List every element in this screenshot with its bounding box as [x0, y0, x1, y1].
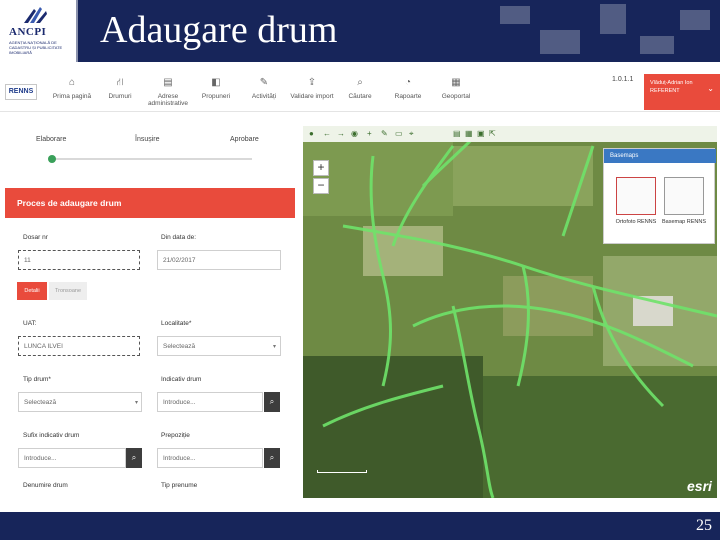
globe-icon[interactable]: ◉	[351, 129, 358, 138]
prepozitie-input[interactable]: Introduce...	[157, 448, 263, 468]
tab-detalii[interactable]: Detalii	[17, 282, 47, 300]
chevron-down-icon: ▾	[273, 344, 277, 350]
nav-item-geoportal[interactable]: ▦ Geoportal	[432, 78, 480, 110]
home-icon: ⌂	[68, 77, 76, 88]
dosar-field[interactable]: 11	[18, 250, 140, 270]
tip-drum-label: Tip drum*	[23, 376, 51, 383]
footer-band: 25	[0, 512, 720, 540]
tip-drum-select[interactable]: Selectează	[18, 392, 142, 412]
indicativ-input[interactable]: Introduce...	[157, 392, 263, 412]
search-icon: ⌕	[269, 397, 275, 406]
process-header: Proces de adaugare drum	[5, 188, 295, 218]
search-icon: ⌕	[131, 453, 137, 462]
nav-item-validare-import[interactable]: ⇪ Validare import	[288, 78, 336, 110]
basemap-renns-thumb[interactable]	[664, 177, 704, 215]
layers-icon[interactable]: ▤	[453, 129, 461, 138]
nav-item-rapoarte[interactable]: ◔ Rapoarte	[384, 78, 432, 110]
slide-title: Adaugare drum	[100, 9, 338, 51]
table-icon[interactable]: ▦	[465, 129, 473, 138]
nav-item-propuneri[interactable]: ◧ Propuneri	[192, 78, 240, 110]
slide: ANCPI AGENȚIA NAȚIONALĂ DE CADASTRU ȘI P…	[0, 0, 720, 540]
zoom-in-button[interactable]: +	[313, 160, 329, 176]
step-dot-active	[48, 155, 56, 163]
uat-field[interactable]: LUNCA ILVEI	[18, 336, 140, 356]
dosar-label: Dosar nr	[23, 234, 48, 241]
logo-mark-icon	[24, 7, 47, 23]
prepozitie-label: Prepoziție	[161, 432, 190, 439]
add-icon[interactable]: +	[367, 129, 372, 138]
report-icon: ◔	[404, 77, 412, 88]
zoom-out-button[interactable]: −	[313, 178, 329, 194]
measure-icon[interactable]: ⌖	[409, 129, 414, 139]
map-toolbar: ● ← → ◉ + ✎ ▭ ⌖ ▤ ▦ ▣ ⇱	[303, 126, 717, 142]
localitate-label: Localitate*	[161, 320, 192, 327]
chevron-down-icon: ▾	[135, 400, 139, 406]
user-name: Vlăduț-Adrian Ion	[650, 80, 693, 86]
workflow-progress-line	[52, 158, 252, 160]
basemaps-panel: Basemaps Ortofoto RENNS Basemap RENNS	[603, 148, 716, 244]
proposal-icon: ◧	[211, 77, 221, 88]
road-icon: ⛙	[116, 77, 124, 88]
step-insusire: Însușire	[135, 136, 160, 143]
title-band: ANCPI AGENȚIA NAȚIONALĂ DE CADASTRU ȘI P…	[0, 0, 720, 62]
marker-icon[interactable]: ●	[309, 129, 314, 138]
basemap-ortofoto-label: Ortofoto RENNS	[615, 219, 657, 225]
localitate-select[interactable]: Selectează	[157, 336, 281, 356]
basemap-ortofoto-thumb[interactable]	[616, 177, 656, 215]
esri-logo: esri	[687, 478, 712, 494]
title-divider	[76, 0, 78, 62]
data-label: Din data de:	[161, 234, 197, 241]
nav-item-prima-pagina[interactable]: ⌂ Prima pagină	[48, 78, 96, 110]
logo-subtext: AGENȚIA NAȚIONALĂ DE CADASTRU ȘI PUBLICI…	[9, 40, 63, 55]
ancpi-logo: ANCPI AGENȚIA NAȚIONALĂ DE CADASTRU ȘI P…	[0, 0, 76, 62]
nav-item-activitati[interactable]: ✎ Activități	[240, 78, 288, 110]
uat-label: UAT:	[23, 320, 37, 327]
edit-icon: ✎	[259, 77, 269, 88]
map-icon: ▦	[451, 77, 461, 88]
page-number: 25	[696, 517, 712, 534]
prepozitie-search-button[interactable]: ⌕	[264, 448, 280, 468]
forward-icon[interactable]: →	[337, 129, 345, 138]
user-role: REFERENT	[650, 88, 680, 94]
decorative-blocks	[500, 4, 710, 54]
basemap-renns-label: Basemap RENNS	[661, 219, 707, 225]
sufix-label: Sufix indicativ drum	[23, 432, 80, 439]
sufix-search-button[interactable]: ⌕	[126, 448, 142, 468]
indicativ-label: Indicativ drum	[161, 376, 202, 383]
nav-item-cautare[interactable]: ⌕ Căutare	[336, 78, 384, 110]
search-icon: ⌕	[357, 77, 363, 88]
nav-item-drumuri[interactable]: ⛙ Drumuri	[96, 78, 144, 110]
basemaps-title: Basemaps	[604, 149, 716, 163]
step-aprobare: Aprobare	[230, 136, 259, 143]
select-icon[interactable]: ▭	[395, 129, 403, 138]
data-field[interactable]: 21/02/2017	[157, 250, 281, 270]
tab-tronsoane[interactable]: Tronsoane	[49, 282, 87, 300]
app-screenshot: RENNS ⌂ Prima pagină ⛙ Drumuri ▤ Adrese adm…	[0, 66, 720, 500]
back-icon[interactable]: ←	[323, 129, 331, 138]
renns-button[interactable]: RENNS	[5, 84, 37, 100]
denumire-label: Denumire drum	[23, 482, 68, 489]
nav-item-adrese[interactable]: ▤ Adrese administrative	[144, 78, 192, 110]
tip-prenume-label: Tip prenume	[161, 482, 198, 489]
draw-icon[interactable]: ✎	[381, 129, 388, 138]
upload-icon: ⇪	[307, 77, 317, 88]
road-form-panel: Elaborare Însușire Aprobare Proces de ad…	[5, 126, 295, 498]
export-icon[interactable]: ⇱	[489, 129, 496, 138]
user-menu[interactable]: Vlăduț-Adrian Ion REFERENT ⌄	[644, 74, 720, 110]
logo-text: ANCPI	[9, 26, 47, 38]
app-header: RENNS ⌂ Prima pagină ⛙ Drumuri ▤ Adrese adm…	[0, 66, 720, 112]
sufix-input[interactable]: Introduce...	[18, 448, 126, 468]
search-icon: ⌕	[269, 453, 275, 462]
grid-icon[interactable]: ▣	[477, 129, 485, 138]
step-elaborare: Elaborare	[36, 136, 67, 143]
chevron-down-icon: ⌄	[707, 84, 714, 93]
map-view[interactable]: ● ← → ◉ + ✎ ▭ ⌖ ▤ ▦ ▣ ⇱ + − Basemaps Ort…	[303, 126, 717, 498]
document-icon: ▤	[163, 77, 173, 88]
main-nav: ⌂ Prima pagină ⛙ Drumuri ▤ Adrese administr…	[48, 78, 480, 110]
map-scale-bar	[317, 470, 367, 473]
indicativ-search-button[interactable]: ⌕	[264, 392, 280, 412]
app-version: 1.0.1.1	[612, 76, 634, 83]
